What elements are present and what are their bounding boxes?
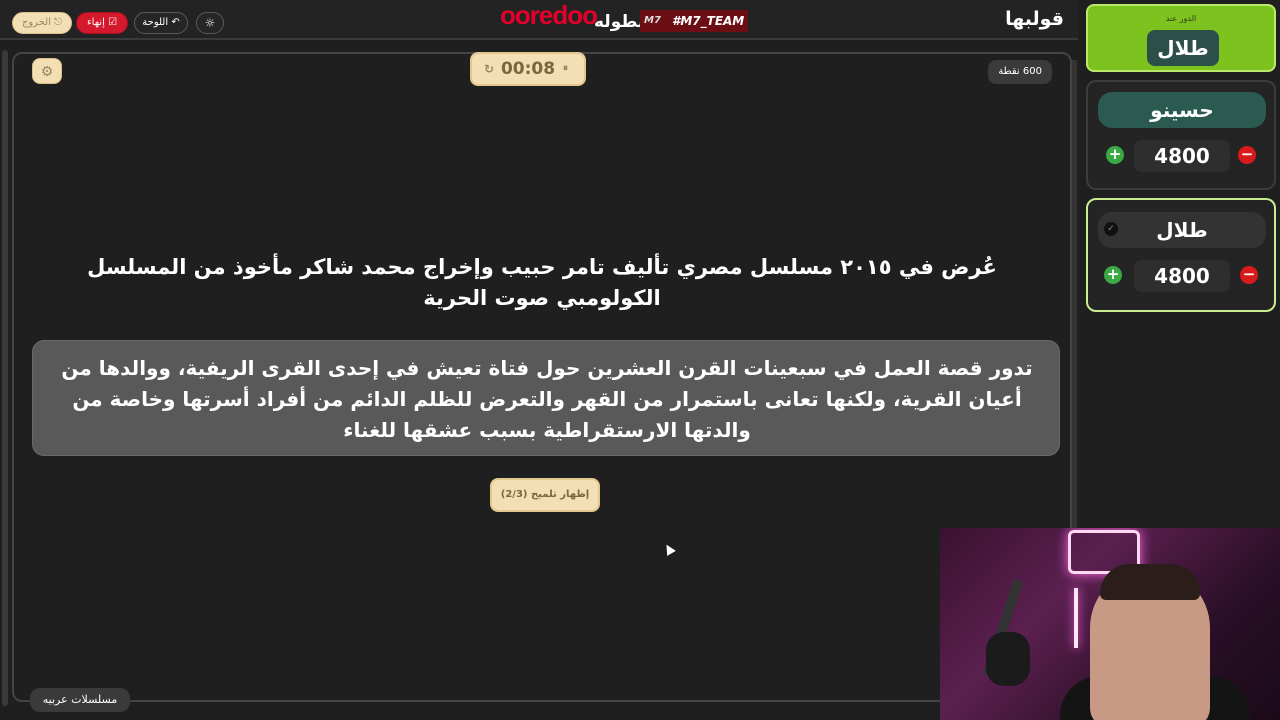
app-logo: قولبها bbox=[1005, 8, 1064, 30]
exit-icon: ⎋ bbox=[54, 17, 63, 28]
team-tag: M7 #M7_TEAM bbox=[640, 10, 748, 32]
sun-icon: ☼ bbox=[204, 16, 216, 30]
team-card-active: طلال ✓ + 4800 − bbox=[1086, 198, 1276, 312]
timer-reset-icon[interactable]: ↻ bbox=[484, 54, 494, 84]
question-text: عُرض في ٢٠١٥ مسلسل مصري تأليف تامر حبيب … bbox=[87, 255, 997, 310]
active-check-icon: ✓ bbox=[1104, 222, 1118, 236]
team-name: طلال bbox=[1098, 212, 1266, 248]
theme-toggle-button[interactable]: ☼ bbox=[196, 12, 224, 34]
question-stage: 600 نقطة ⚙ ↻ 00:08 ⏸ عُرض في ٢٠١٥ مسلسل … bbox=[12, 52, 1072, 702]
hint-box: تدور قصة العمل في سبعينات القرن العشرين … bbox=[32, 340, 1060, 456]
end-game-button[interactable]: ☑ إنهاء bbox=[76, 12, 128, 34]
turn-label: الدور عند bbox=[1165, 14, 1197, 23]
add-points-button[interactable]: + bbox=[1104, 266, 1122, 284]
turn-indicator: الدور عند طلال bbox=[1086, 4, 1276, 72]
hint-text: تدور قصة العمل في سبعينات القرن العشرين … bbox=[61, 356, 1033, 442]
subtract-points-button[interactable]: − bbox=[1240, 266, 1258, 284]
timer: ↻ 00:08 ⏸ bbox=[470, 52, 586, 86]
end-icon: ☑ bbox=[108, 17, 118, 28]
back-arrow-icon: ↶ bbox=[171, 17, 180, 28]
team-score: 4800 bbox=[1134, 140, 1230, 172]
timer-pause-icon[interactable]: ⏸ bbox=[563, 54, 568, 84]
turn-player-name: طلال bbox=[1147, 30, 1219, 66]
board-button-label: اللوحة bbox=[142, 17, 169, 28]
category-badge: مسلسلات عربيه bbox=[30, 688, 130, 712]
team-tag-text: #M7_TEAM bbox=[672, 14, 745, 28]
sponsor-logo: ooredoo bbox=[500, 0, 598, 30]
subtract-points-button[interactable]: − bbox=[1238, 146, 1256, 164]
add-points-button[interactable]: + bbox=[1106, 146, 1124, 164]
team-card: حسينو + 4800 − bbox=[1086, 80, 1276, 190]
team-mark: M7 bbox=[644, 15, 661, 26]
team-name: حسينو bbox=[1098, 92, 1266, 128]
show-hint-button[interactable]: إظهار تلميح (2/3) bbox=[490, 478, 600, 512]
settings-button[interactable]: ⚙ bbox=[32, 58, 62, 84]
neon-light bbox=[1074, 588, 1078, 648]
left-scrollbar[interactable] bbox=[2, 50, 8, 706]
microphone bbox=[986, 632, 1030, 686]
tournament-banner: ooredoo بطوله M7 #M7_TEAM bbox=[500, 0, 748, 38]
webcam-overlay bbox=[940, 528, 1280, 720]
top-bar: قولبها ooredoo بطوله M7 #M7_TEAM ⎋ الخرو… bbox=[0, 0, 1078, 40]
quiz-screen: قولبها ooredoo بطوله M7 #M7_TEAM ⎋ الخرو… bbox=[0, 0, 1280, 720]
tournament-label: بطوله bbox=[594, 12, 645, 32]
timer-value: 00:08 bbox=[500, 59, 556, 79]
gear-icon: ⚙ bbox=[40, 64, 54, 80]
streamer-hair bbox=[1100, 564, 1200, 600]
end-button-label: إنهاء bbox=[86, 17, 105, 28]
exit-button-label: الخروج bbox=[21, 17, 51, 28]
board-button[interactable]: ↶ اللوحة bbox=[134, 12, 188, 34]
team-score: 4800 bbox=[1134, 260, 1230, 292]
exit-button[interactable]: ⎋ الخروج bbox=[12, 12, 72, 34]
points-badge: 600 نقطة bbox=[988, 60, 1052, 84]
